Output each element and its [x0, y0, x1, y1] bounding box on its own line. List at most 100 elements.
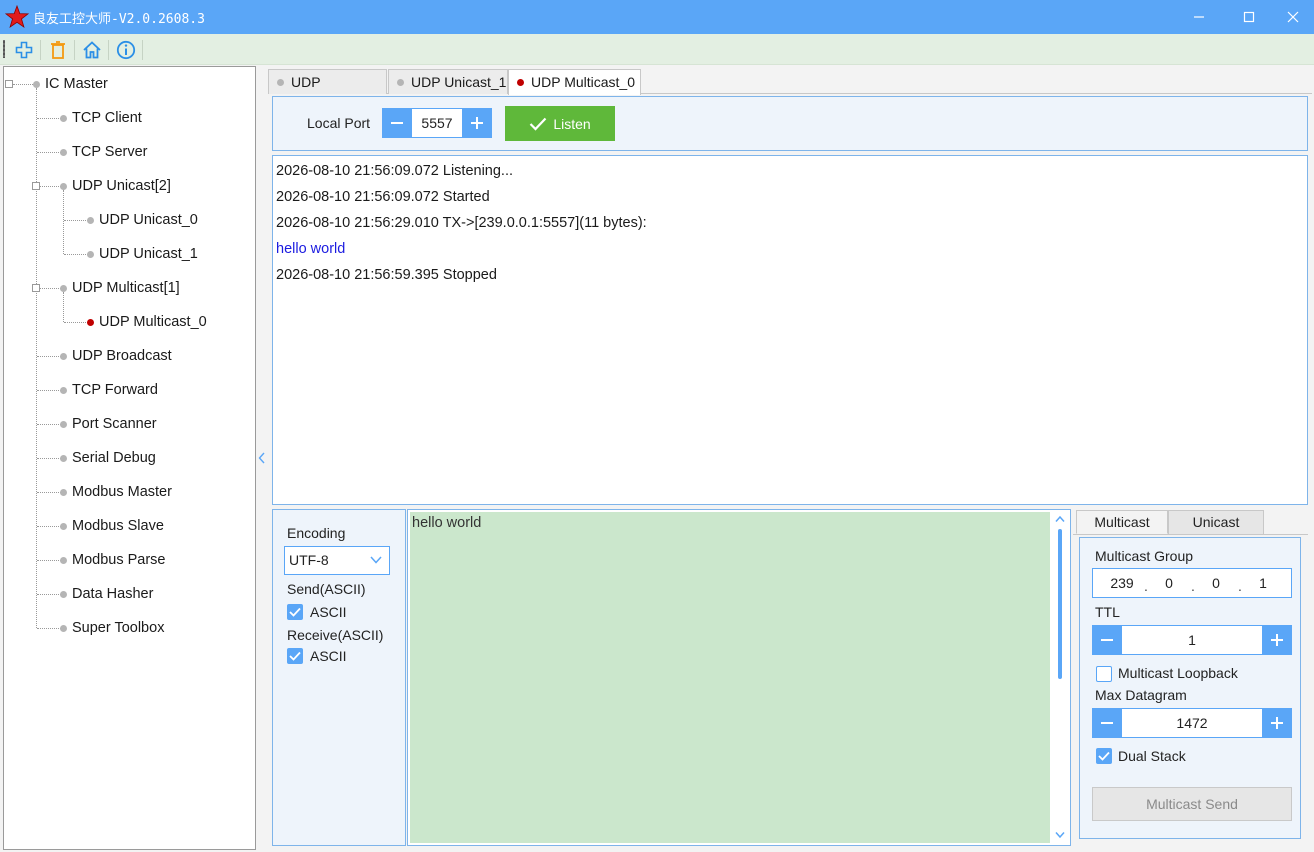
ttl-input[interactable]: 1: [1122, 625, 1262, 655]
udp-unicast-expander[interactable]: [32, 182, 40, 190]
multicast-group-input[interactable]: 239 . 0 . 0 . 1: [1092, 568, 1292, 598]
log-line: 2026-08-10 21:56:29.010 TX->[239.0.0.1:5…: [276, 215, 647, 231]
tab-unicast[interactable]: Unicast: [1168, 510, 1264, 534]
toolbar-separator: [108, 40, 109, 60]
status-dot: [277, 79, 284, 86]
dual-stack-label: Dual Stack: [1118, 748, 1186, 764]
tree-item-modbus-parse[interactable]: Modbus Parse: [72, 550, 166, 570]
tree-item-udp-unicast-group[interactable]: UDP Unicast[2]: [72, 176, 171, 196]
send-scrollbar[interactable]: [1052, 512, 1068, 843]
ttl-decrement-button[interactable]: [1092, 625, 1122, 655]
receive-ascii-option: ASCII: [310, 648, 347, 664]
toolbar-separator: [74, 40, 75, 60]
chevron-down-icon: [370, 556, 382, 564]
max-datagram-decrement-button[interactable]: [1092, 708, 1122, 738]
tree-root[interactable]: IC Master: [45, 74, 108, 94]
max-datagram-label: Max Datagram: [1095, 687, 1187, 703]
send-ascii-checkbox[interactable]: [287, 604, 303, 620]
tree-item-port-scanner[interactable]: Port Scanner: [72, 414, 157, 434]
plus-icon: [1271, 717, 1283, 729]
ip-octet-1[interactable]: 239: [1107, 575, 1137, 591]
max-datagram-increment-button[interactable]: [1262, 708, 1292, 738]
check-icon: [289, 607, 301, 617]
check-icon: [530, 117, 547, 131]
toolbar-separator: [142, 40, 143, 60]
tree-item-serial-debug[interactable]: Serial Debug: [72, 448, 156, 468]
tree-item-udp-multicast-0[interactable]: UDP Multicast_0: [99, 312, 207, 332]
listen-button[interactable]: Listen: [505, 106, 615, 141]
scroll-down-icon[interactable]: [1055, 831, 1065, 839]
receive-ascii-checkbox[interactable]: [287, 648, 303, 664]
maximize-icon: [1243, 11, 1255, 23]
encoding-value: UTF-8: [289, 552, 329, 568]
ip-octet-3[interactable]: 0: [1201, 575, 1231, 591]
log-line: 2026-08-10 21:56:59.395 Stopped: [276, 267, 497, 283]
multicast-group-label: Multicast Group: [1095, 548, 1194, 564]
tree-item-modbus-slave[interactable]: Modbus Slave: [72, 516, 164, 536]
minus-icon: [391, 122, 403, 124]
udp-multicast-expander[interactable]: [32, 284, 40, 292]
add-icon: [15, 41, 33, 59]
toolbar-grip[interactable]: [3, 40, 5, 58]
app-logo-icon: [5, 5, 29, 28]
scrollbar-thumb[interactable]: [1058, 529, 1062, 679]
plus-icon: [471, 117, 483, 129]
tree-item-modbus-master[interactable]: Modbus Master: [72, 482, 172, 502]
tab-label: UDP Unicast_1: [411, 74, 507, 90]
multicast-loopback-label: Multicast Loopback: [1118, 665, 1238, 681]
tree-item-tcp-server[interactable]: TCP Server: [72, 142, 147, 162]
status-dot: [517, 79, 524, 86]
multicast-send-button[interactable]: Multicast Send: [1092, 787, 1292, 821]
send-textarea[interactable]: hello world: [410, 512, 1050, 843]
tab-udp-unicast-0[interactable]: UDP Unicast_0: [268, 69, 387, 114]
delete-button[interactable]: [46, 38, 70, 62]
window-title: 良友工控大师-V2.0.2608.3: [33, 12, 205, 27]
encoding-select[interactable]: UTF-8: [284, 546, 390, 575]
message-log[interactable]: 2026-08-10 21:56:09.072 Listening... 202…: [272, 155, 1308, 505]
tab-label: UDP Multicast_0: [531, 74, 636, 90]
status-dot: [397, 79, 404, 86]
tree-item-tcp-forward[interactable]: TCP Forward: [72, 380, 158, 400]
tree-item-udp-unicast-0[interactable]: UDP Unicast_0: [99, 210, 198, 230]
tree-item-udp-multicast-group[interactable]: UDP Multicast[1]: [72, 278, 180, 298]
tree-root-expander[interactable]: [5, 80, 13, 88]
tree-item-udp-unicast-1[interactable]: UDP Unicast_1: [99, 244, 198, 264]
listen-label: Listen: [553, 115, 591, 132]
tree-content: IC Master TCP Client TCP Server UDP Unic…: [3, 66, 256, 850]
tab-udp-unicast-1[interactable]: UDP Unicast_1: [388, 69, 508, 94]
ttl-label: TTL: [1095, 604, 1120, 620]
encoding-label: Encoding: [287, 525, 346, 541]
log-line-payload: hello world: [276, 241, 346, 257]
port-increment-button[interactable]: [462, 108, 492, 138]
tab-multicast[interactable]: Multicast: [1076, 510, 1168, 534]
tree-item-tcp-client[interactable]: TCP Client: [72, 108, 142, 128]
toolbar: [0, 34, 1314, 65]
ip-octet-2[interactable]: 0: [1154, 575, 1184, 591]
scroll-up-icon[interactable]: [1055, 515, 1065, 523]
tree-item-super-toolbox[interactable]: Super Toolbox: [72, 618, 164, 638]
minimize-button[interactable]: [1176, 0, 1222, 34]
local-port-label: Local Port: [307, 115, 371, 131]
send-ascii-option: ASCII: [310, 604, 347, 620]
max-datagram-input[interactable]: 1472: [1122, 708, 1262, 738]
info-button[interactable]: [114, 38, 138, 62]
check-icon: [1098, 751, 1110, 761]
close-button[interactable]: [1270, 0, 1314, 34]
multicast-loopback-checkbox[interactable]: [1096, 666, 1112, 682]
ttl-increment-button[interactable]: [1262, 625, 1292, 655]
ip-octet-4[interactable]: 1: [1248, 575, 1278, 591]
tree-item-udp-broadcast[interactable]: UDP Broadcast: [72, 346, 172, 366]
port-decrement-button[interactable]: [382, 108, 412, 138]
maximize-button[interactable]: [1226, 0, 1272, 34]
delete-icon: [51, 41, 65, 59]
tab-udp-multicast-0[interactable]: UDP Multicast_0: [508, 69, 641, 95]
local-port-input[interactable]: 5557: [412, 108, 462, 138]
ip-separator: .: [1238, 578, 1242, 594]
app-window: 良友工控大师-V2.0.2608.3 IC Master TCP Client …: [0, 0, 1314, 852]
collapse-sidebar-icon[interactable]: [257, 452, 267, 466]
dual-stack-checkbox[interactable]: [1096, 748, 1112, 764]
add-button[interactable]: [12, 38, 36, 62]
home-button[interactable]: [80, 38, 104, 62]
log-line: 2026-08-10 21:56:09.072 Listening...: [276, 163, 514, 179]
tree-item-data-hasher[interactable]: Data Hasher: [72, 584, 153, 604]
